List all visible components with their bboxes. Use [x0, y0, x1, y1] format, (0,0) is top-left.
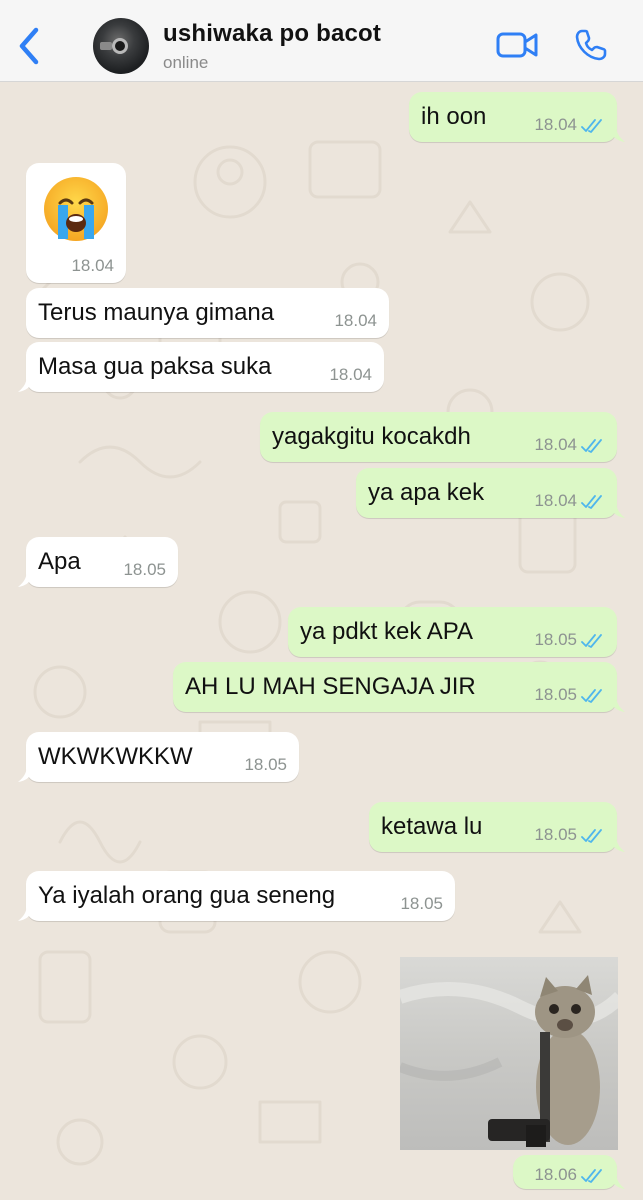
message-text: yagakgitu kocakdh — [272, 423, 471, 450]
avatar[interactable] — [93, 18, 149, 74]
video-camera-icon[interactable] — [496, 30, 538, 60]
read-ticks-icon — [581, 689, 602, 703]
cat-holding-gun-photo[interactable] — [400, 957, 618, 1150]
message-text: Masa gua paksa suka — [38, 353, 272, 380]
message-time: 18.05 — [244, 755, 287, 774]
bubble-tail — [609, 696, 625, 712]
message-time: 18.04 — [534, 491, 577, 510]
message-time: 18.06 — [534, 1165, 577, 1184]
message-bubble-outgoing[interactable]: ya apa kek 18.04 — [356, 468, 625, 518]
avatar-detail — [112, 38, 128, 54]
bubble-tail — [18, 571, 34, 587]
chevron-left-icon[interactable] — [14, 24, 46, 68]
contact-name[interactable]: ushiwaka po bacot — [163, 20, 381, 48]
message-text: ih oon — [421, 103, 487, 130]
bubble-tail — [18, 376, 34, 392]
message-text: ya apa kek — [368, 479, 485, 506]
avatar-detail — [100, 42, 112, 50]
chat-header: ushiwaka po bacot online — [0, 0, 643, 82]
contact-status: online — [163, 53, 209, 72]
message-text: Apa — [38, 548, 81, 575]
message-text: ketawa lu — [381, 813, 483, 840]
read-ticks-icon — [581, 495, 602, 509]
message-time: 18.04 — [329, 365, 372, 384]
message-time: 18.05 — [534, 685, 577, 704]
message-bubble-incoming[interactable]: Terus maunya gimana 18.04 — [26, 288, 389, 338]
message-text: ya pdkt kek APA — [300, 618, 473, 645]
message-bubble-incoming[interactable]: Masa gua paksa suka 18.04 — [18, 342, 384, 392]
bubble-tail — [18, 766, 34, 782]
message-list[interactable]: ih oon 18.04 18.04 Terus maunya gimana 1… — [0, 82, 643, 1200]
read-ticks-icon — [581, 119, 602, 133]
message-time: 18.04 — [334, 311, 377, 330]
bubble-tail — [609, 836, 625, 852]
loudly-crying-face-icon — [44, 177, 108, 241]
message-time: 18.05 — [534, 825, 577, 844]
message-bubble-incoming[interactable]: Apa 18.05 — [18, 537, 178, 587]
message-time: 18.05 — [534, 630, 577, 649]
message-text: Terus maunya gimana — [38, 299, 275, 326]
read-ticks-icon — [581, 1169, 602, 1183]
message-bubble-outgoing[interactable]: ya pdkt kek APA 18.05 — [288, 607, 617, 657]
bubble-tail — [609, 502, 625, 518]
bubble-tail — [609, 1173, 625, 1189]
message-bubble-outgoing[interactable]: ketawa lu 18.05 — [369, 802, 625, 852]
message-bubble-incoming[interactable]: WKWKWKKW 18.05 — [18, 732, 299, 782]
message-time: 18.04 — [534, 435, 577, 454]
image-caption-bubble[interactable]: 18.06 — [513, 1155, 625, 1189]
read-ticks-icon — [581, 634, 602, 648]
message-bubble-outgoing[interactable]: ih oon 18.04 — [409, 92, 625, 142]
message-bubble-outgoing[interactable]: AH LU MAH SENGAJA JIR 18.05 — [173, 662, 625, 712]
read-ticks-icon — [581, 439, 602, 453]
message-bubble-incoming[interactable]: Ya iyalah orang gua seneng 18.05 — [18, 871, 455, 921]
bubble-tail — [609, 126, 625, 142]
message-text: WKWKWKKW — [38, 743, 193, 770]
message-text: AH LU MAH SENGAJA JIR — [185, 673, 476, 700]
message-text: Ya iyalah orang gua seneng — [38, 882, 336, 909]
message-bubble-incoming[interactable]: 18.04 — [26, 163, 126, 283]
message-bubble-outgoing[interactable]: yagakgitu kocakdh 18.04 — [260, 412, 617, 462]
bubble-tail — [18, 905, 34, 921]
message-time: 18.05 — [123, 560, 166, 579]
phone-icon[interactable] — [574, 28, 608, 62]
message-time: 18.05 — [400, 894, 443, 913]
message-time: 18.04 — [71, 256, 114, 275]
message-time: 18.04 — [534, 115, 577, 134]
read-ticks-icon — [581, 829, 602, 843]
